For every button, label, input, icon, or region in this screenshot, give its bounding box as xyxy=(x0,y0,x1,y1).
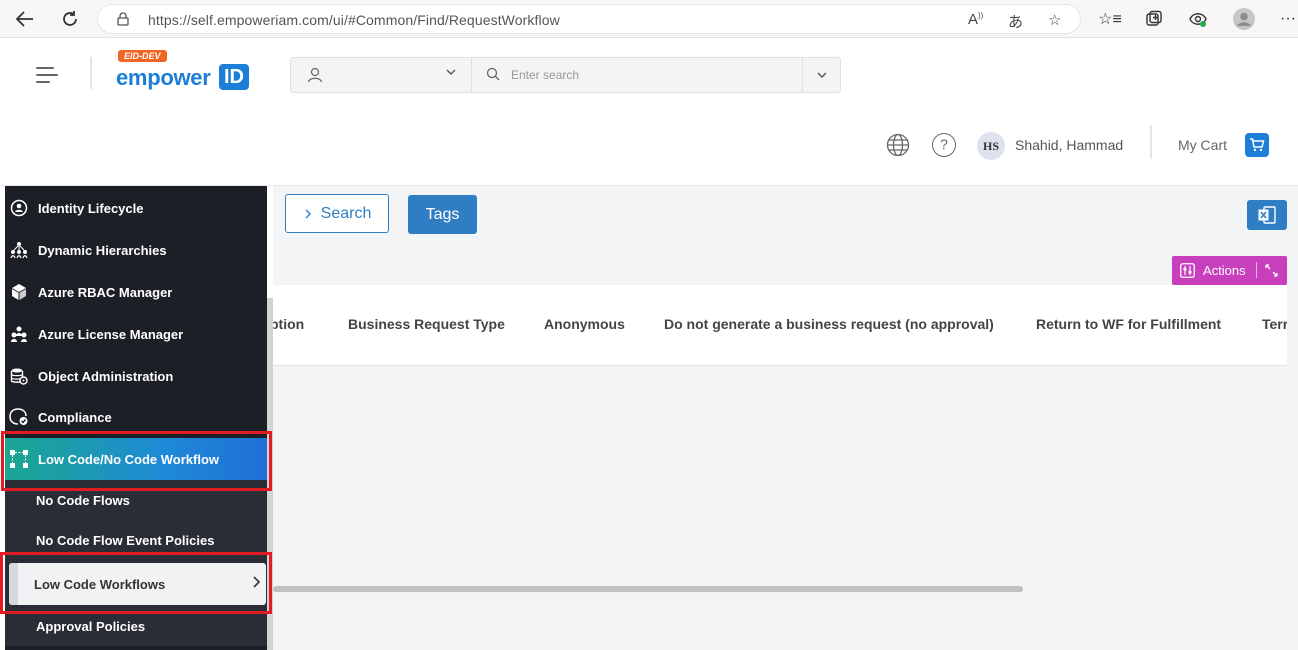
column-header[interactable]: Return to WF for Fulfillment xyxy=(1036,316,1221,332)
sidebar-item-label: Identity Lifecycle xyxy=(38,200,144,216)
column-header[interactable]: Do not generate a business request (no a… xyxy=(664,316,994,332)
workflow-icon xyxy=(9,449,29,469)
sidebar-item-compliance[interactable]: Compliance xyxy=(5,397,267,437)
header-divider xyxy=(90,57,92,89)
sidebar-item-label: Low Code/No Code Workflow xyxy=(38,451,220,467)
lock-icon xyxy=(117,12,129,26)
export-excel-button[interactable] xyxy=(1247,200,1287,230)
chevron-down-icon xyxy=(817,72,826,78)
search-options-dropdown[interactable] xyxy=(802,58,840,92)
search-button[interactable]: Search xyxy=(285,194,389,233)
back-icon[interactable] xyxy=(13,7,37,31)
sidebar-subitem-label: No Code Flow Event Policies xyxy=(36,532,215,548)
sidebar-item-azure-rbac-manager[interactable]: Azure RBAC Manager xyxy=(5,272,267,312)
favorites-icon[interactable]: ☆≡ xyxy=(1098,8,1122,30)
sidebar-subitem-no-code-flows[interactable]: No Code Flows xyxy=(5,480,267,520)
sidebar-item-label: Dynamic Hierarchies xyxy=(38,242,167,258)
refresh-icon[interactable] xyxy=(58,7,82,31)
sidebar-item-object-administration[interactable]: Object Administration xyxy=(5,356,267,396)
user-icon xyxy=(307,67,323,83)
tags-button-label: Tags xyxy=(425,205,460,223)
tags-button[interactable]: Tags xyxy=(408,195,477,234)
sidebar-subitem-low-code-workflows[interactable]: Low Code Workflows xyxy=(9,563,266,605)
global-search xyxy=(290,57,841,93)
env-badge: EID-DEV xyxy=(118,50,167,62)
compliance-icon xyxy=(9,407,29,427)
expand-icon[interactable] xyxy=(1265,264,1278,277)
read-aloud-icon[interactable]: A)) xyxy=(968,11,983,28)
sidebar-item-azure-license-manager[interactable]: Azure License Manager xyxy=(5,314,267,354)
actions-button[interactable]: Actions xyxy=(1172,256,1287,285)
browser-toolbar: https://self.empoweriam.com/ui/#Common/F… xyxy=(0,0,1298,38)
globe-icon[interactable] xyxy=(886,133,910,157)
sidebar-subitem-label: Approval Policies xyxy=(36,618,146,634)
menu-toggle-icon[interactable] xyxy=(36,67,60,85)
sidebar-item-label: Object Administration xyxy=(38,368,174,384)
column-header[interactable]: Business Request Type xyxy=(348,316,505,332)
search-type-select[interactable] xyxy=(291,58,472,92)
actions-label: Actions xyxy=(1203,263,1246,278)
header-divider xyxy=(1150,125,1152,159)
search-icon xyxy=(486,67,500,81)
sidebar-item-dynamic-hierarchies[interactable]: Dynamic Hierarchies xyxy=(5,230,267,270)
sidebar-item-label: Compliance xyxy=(38,409,112,425)
column-header[interactable]: Terr xyxy=(1262,316,1287,332)
main-content: Search Tags Actions ption Business Reque… xyxy=(273,186,1298,650)
chevron-right-icon xyxy=(251,575,261,592)
sidebar-subitem-label: No Code Flows xyxy=(36,492,130,508)
search-button-label: Search xyxy=(320,204,372,222)
logo-id: ID xyxy=(219,64,249,90)
sidebar-item-low-code-no-code-workflow[interactable]: Low Code/No Code Workflow xyxy=(5,438,267,480)
sidebar-subitem-label: Low Code Workflows xyxy=(34,576,166,592)
sidebar-item-identity-lifecycle[interactable]: Identity Lifecycle xyxy=(5,188,267,228)
sidebar-subitem-approval-policies[interactable]: Approval Policies xyxy=(5,606,267,646)
settings-sliders-icon xyxy=(1180,263,1195,278)
cart-icon[interactable] xyxy=(1245,133,1269,157)
column-header[interactable]: ption xyxy=(273,316,304,332)
identity-icon xyxy=(9,198,29,218)
avatar[interactable]: HS xyxy=(977,132,1005,160)
sidebar: Identity Lifecycle Dynamic Hierarchies A… xyxy=(5,186,267,650)
profile-icon[interactable] xyxy=(1233,8,1255,30)
database-gear-icon xyxy=(9,366,29,386)
url-text[interactable]: https://self.empoweriam.com/ui/#Common/F… xyxy=(148,12,560,28)
address-bar[interactable]: https://self.empoweriam.com/ui/#Common/F… xyxy=(97,4,1081,34)
horizontal-scrollbar[interactable] xyxy=(273,586,1023,592)
excel-icon xyxy=(1258,206,1276,224)
column-header[interactable]: Anonymous xyxy=(544,316,625,332)
chevron-right-icon xyxy=(305,209,311,218)
user-name[interactable]: Shahid, Hammad xyxy=(1015,137,1123,153)
license-icon xyxy=(9,324,29,344)
chevron-down-icon xyxy=(445,66,457,81)
actions-separator xyxy=(1256,262,1257,278)
extension-icon[interactable] xyxy=(1187,8,1209,30)
grid-header: ption Business Request Type Anonymous Do… xyxy=(273,285,1287,366)
hierarchy-icon xyxy=(9,240,29,260)
help-icon[interactable]: ? xyxy=(932,133,956,157)
cube-icon xyxy=(9,282,29,302)
logo-text: empower xyxy=(116,65,211,90)
favorite-star-icon[interactable]: ☆ xyxy=(1048,11,1061,29)
my-cart-link[interactable]: My Cart xyxy=(1178,137,1227,153)
app-header: EID-DEV empower ID ? HS Shahid, Hammad M… xyxy=(0,39,1298,186)
sidebar-subitem-no-code-flow-event-policies[interactable]: No Code Flow Event Policies xyxy=(5,520,267,560)
translate-icon[interactable]: あ xyxy=(1008,11,1023,32)
collections-icon[interactable] xyxy=(1143,8,1165,30)
sidebar-item-label: Azure RBAC Manager xyxy=(38,284,173,300)
search-input[interactable] xyxy=(511,65,796,85)
empowerid-logo[interactable]: EID-DEV empower ID xyxy=(116,49,251,93)
sidebar-item-label: Azure License Manager xyxy=(38,326,184,342)
more-options-icon[interactable]: ··· xyxy=(1277,8,1298,30)
